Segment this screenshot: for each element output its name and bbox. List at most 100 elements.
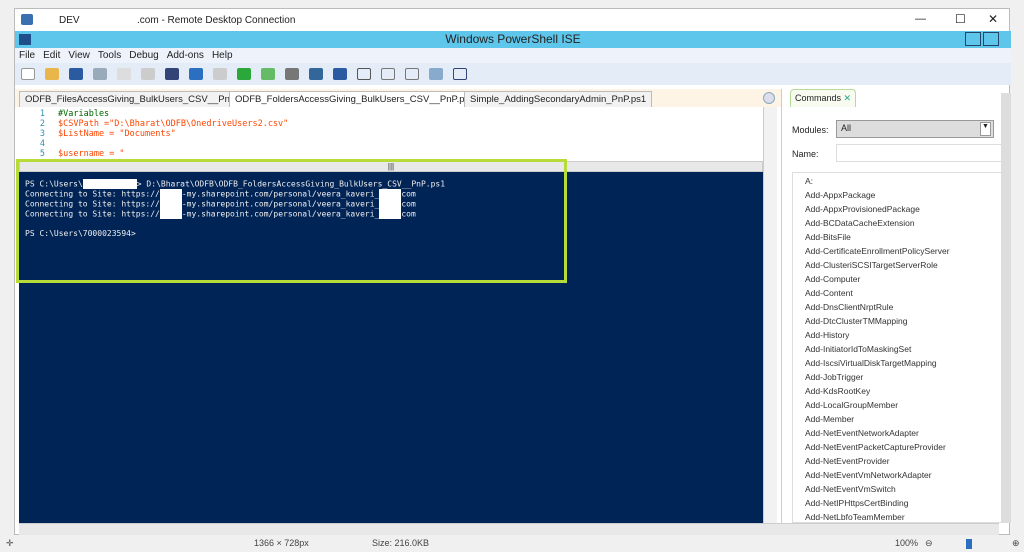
command-item[interactable]: Add-InitiatorIdToMaskingSet	[805, 344, 911, 354]
remote-desktop-window: DEV .com - Remote Desktop Connection — ☐…	[14, 8, 1011, 535]
menu-view[interactable]: View	[68, 50, 90, 61]
ise-title: Windows PowerShell ISE	[445, 32, 581, 46]
command-item[interactable]: A:	[805, 176, 813, 186]
rdp-icon	[21, 14, 33, 25]
zoom-out-button[interactable]: ⊖	[925, 535, 933, 552]
tab-folders-access[interactable]: ODFB_FoldersAccessGiving_BulkUsers_CSV__…	[229, 91, 492, 107]
collapse-script-pane-icon[interactable]	[763, 92, 775, 104]
layout-right-icon[interactable]	[381, 68, 395, 80]
layout-max-icon[interactable]	[405, 68, 419, 80]
zoom-level: 100%	[895, 538, 919, 548]
command-item[interactable]: Add-NetEventProvider	[805, 456, 890, 466]
command-item[interactable]: Add-JobTrigger	[805, 372, 863, 382]
ise-title-bar: Windows PowerShell ISE	[15, 31, 1011, 48]
close-commands-icon[interactable]: ✕	[844, 93, 852, 103]
powershell-icon[interactable]	[333, 68, 347, 80]
run-icon[interactable]	[237, 68, 251, 80]
chevron-down-icon: ▼	[980, 122, 991, 136]
menu-debug[interactable]: Debug	[129, 50, 158, 61]
command-item[interactable]: Add-CertificateEnrollmentPolicyServer	[805, 246, 950, 256]
command-item[interactable]: Add-NetIPHttpsCertBinding	[805, 498, 908, 508]
maximize-button[interactable]: ☐	[955, 12, 966, 26]
zoom-in-button[interactable]: ⊕	[1012, 535, 1020, 552]
command-item[interactable]: Add-KdsRootKey	[805, 386, 870, 396]
undo-icon[interactable]	[189, 68, 203, 80]
code-line: 2 $CSVPath ="D:\Bharat\ODFB\OnedriveUsers…	[39, 119, 289, 129]
command-item[interactable]: Add-NetEventVmNetworkAdapter	[805, 470, 932, 480]
command-item[interactable]: Add-AppxProvisionedPackage	[805, 204, 920, 214]
code-line: 1 #Variables	[39, 109, 110, 119]
name-label: Name:	[792, 149, 819, 159]
tab-label: ODFB_FilesAccessGiving_BulkUsers_CSV__Pn…	[25, 94, 253, 105]
layout-top-icon[interactable]	[357, 68, 371, 80]
restore-down-button[interactable]	[965, 32, 981, 46]
paste-icon[interactable]	[141, 68, 155, 80]
command-item[interactable]: Add-DtcClusterTMMapping	[805, 316, 908, 326]
rdp-title-prefix: DEV	[59, 15, 80, 26]
rdp-title-bar: DEV .com - Remote Desktop Connection — ☐…	[15, 9, 1009, 31]
commands-pane: Commands ✕ Modules: All ▼ Name: A: Add-App…	[781, 89, 1002, 523]
command-item[interactable]: Add-IscsiVirtualDiskTargetMapping	[805, 358, 937, 368]
command-item[interactable]: Add-BCDataCacheExtension	[805, 218, 915, 228]
code-line: 4	[39, 139, 45, 149]
run-selection-icon[interactable]	[261, 68, 275, 80]
menu-edit[interactable]: Edit	[43, 50, 60, 61]
rdp-title: .com - Remote Desktop Connection	[137, 15, 296, 26]
menu-help[interactable]: Help	[212, 50, 233, 61]
stop-icon[interactable]	[285, 68, 299, 80]
show-addon-icon[interactable]	[453, 68, 467, 80]
commands-list[interactable]: A: Add-AppxPackage Add-AppxProvisionedPack…	[792, 172, 1002, 523]
clear-console-icon[interactable]	[165, 68, 179, 80]
cut-icon[interactable]	[93, 68, 107, 80]
console-horizontal-scrollbar[interactable]	[19, 523, 999, 535]
commands-tab[interactable]: Commands ✕	[790, 89, 856, 107]
command-item[interactable]: Add-Content	[805, 288, 853, 298]
commands-scrollbar[interactable]	[1001, 93, 1011, 523]
minimize-button[interactable]: —	[915, 13, 926, 25]
restore-button[interactable]	[983, 32, 999, 46]
editor-vertical-scrollbar[interactable]	[763, 107, 777, 523]
tab-label: Simple_AddingSecondaryAdmin_PnP.ps1	[470, 94, 647, 105]
close-button[interactable]: ✕	[988, 12, 998, 26]
copy-icon[interactable]	[117, 68, 131, 80]
open-icon[interactable]	[45, 68, 59, 80]
tab-label: ODFB_FoldersAccessGiving_BulkUsers_CSV__…	[235, 94, 475, 105]
highlight-box	[16, 159, 567, 283]
move-icon: ✛	[6, 538, 14, 548]
command-item[interactable]: Add-History	[805, 330, 849, 340]
menu-file[interactable]: File	[19, 50, 35, 61]
code-line: 5 $username = "	[39, 149, 125, 159]
command-item[interactable]: Add-NetEventPacketCaptureProvider	[805, 442, 946, 452]
dimensions: 1366 × 728px	[254, 538, 309, 548]
command-item[interactable]: Add-Member	[805, 414, 854, 424]
remote-icon[interactable]	[309, 68, 323, 80]
command-item[interactable]: Add-ClusteriSCSITargetServerRole	[805, 260, 938, 270]
redo-icon[interactable]	[213, 68, 227, 80]
command-item[interactable]: Add-NetEventNetworkAdapter	[805, 428, 919, 438]
save-icon[interactable]	[69, 68, 83, 80]
tab-secondary-admin[interactable]: Simple_AddingSecondaryAdmin_PnP.ps1	[464, 91, 653, 107]
command-item[interactable]: Add-Computer	[805, 274, 860, 284]
menu-addons[interactable]: Add-ons	[167, 50, 204, 61]
code-line: 3 $ListName = "Documents"	[39, 129, 176, 139]
command-item[interactable]: Add-AppxPackage	[805, 190, 875, 200]
file-size: Size: 216.0KB	[372, 538, 430, 548]
modules-dropdown[interactable]: All ▼	[836, 120, 994, 138]
zoom-slider[interactable]	[966, 539, 972, 549]
powershell-icon	[19, 34, 31, 45]
script-tabs: ODFB_FilesAccessGiving_BulkUsers_CSV__Pn…	[15, 89, 781, 107]
name-input[interactable]	[836, 144, 1002, 162]
menu-bar: File Edit View Tools Debug Add-ons Help	[15, 48, 1011, 63]
modules-label: Modules:	[792, 125, 829, 135]
command-item[interactable]: Add-BitsFile	[805, 232, 851, 242]
command-item[interactable]: Add-NetLbfoTeamMember	[805, 512, 905, 522]
command-item[interactable]: Add-DnsClientNrptRule	[805, 302, 893, 312]
command-item[interactable]: Add-LocalGroupMember	[805, 400, 898, 410]
tab-files-access[interactable]: ODFB_FilesAccessGiving_BulkUsers_CSV__Pn…	[19, 91, 259, 107]
command-item[interactable]: Add-NetEventVmSwitch	[805, 484, 896, 494]
show-commands-icon[interactable]	[429, 68, 443, 80]
menu-tools[interactable]: Tools	[98, 50, 121, 61]
script-editor[interactable]: 1 #Variables 2 $CSVPath ="D:\Bharat\ODFB\O…	[15, 107, 763, 161]
viewer-status-bar: ✛ 1366 × 728px Size: 216.0KB 100% ⊖ ⊕	[0, 535, 1024, 552]
new-icon[interactable]	[21, 68, 35, 80]
